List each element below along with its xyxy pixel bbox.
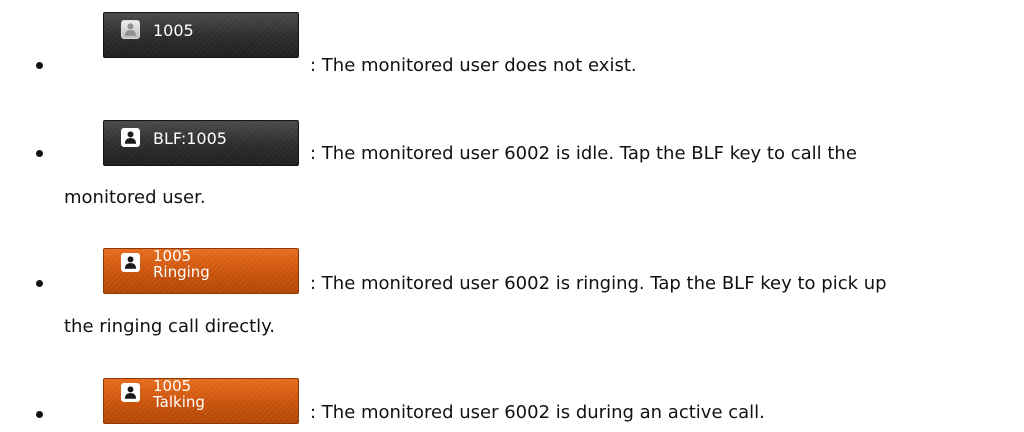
blf-key-status-label: Ringing [153,263,210,281]
blf-key-status-label: Talking [153,393,205,411]
status-description: : The monitored user 6002 is idle. Tap t… [310,143,857,164]
contact-avatar-icon [121,20,140,39]
blf-key-ringing[interactable]: 1005 Ringing [103,248,299,294]
blf-key-not-exist[interactable]: 1005 [103,12,299,58]
status-description-continued: the ringing call directly. [64,316,275,337]
status-description: : The monitored user 6002 is ringing. Ta… [310,273,887,294]
status-description: : The monitored user does not exist. [310,55,637,76]
blf-key-label: 1005 [153,21,194,40]
blf-key-talking[interactable]: 1005 Talking [103,378,299,424]
contact-avatar-icon [121,128,140,147]
bullet-icon [36,62,43,69]
contact-avatar-icon [121,383,140,402]
bullet-icon [36,150,43,157]
status-description: : The monitored user 6002 is during an a… [310,402,765,423]
blf-key-label: BLF:1005 [153,129,227,148]
contact-avatar-icon [121,253,140,272]
blf-key-idle[interactable]: BLF:1005 [103,120,299,166]
bullet-icon [36,411,43,418]
status-description-continued: monitored user. [64,187,206,208]
bullet-icon [36,280,43,287]
